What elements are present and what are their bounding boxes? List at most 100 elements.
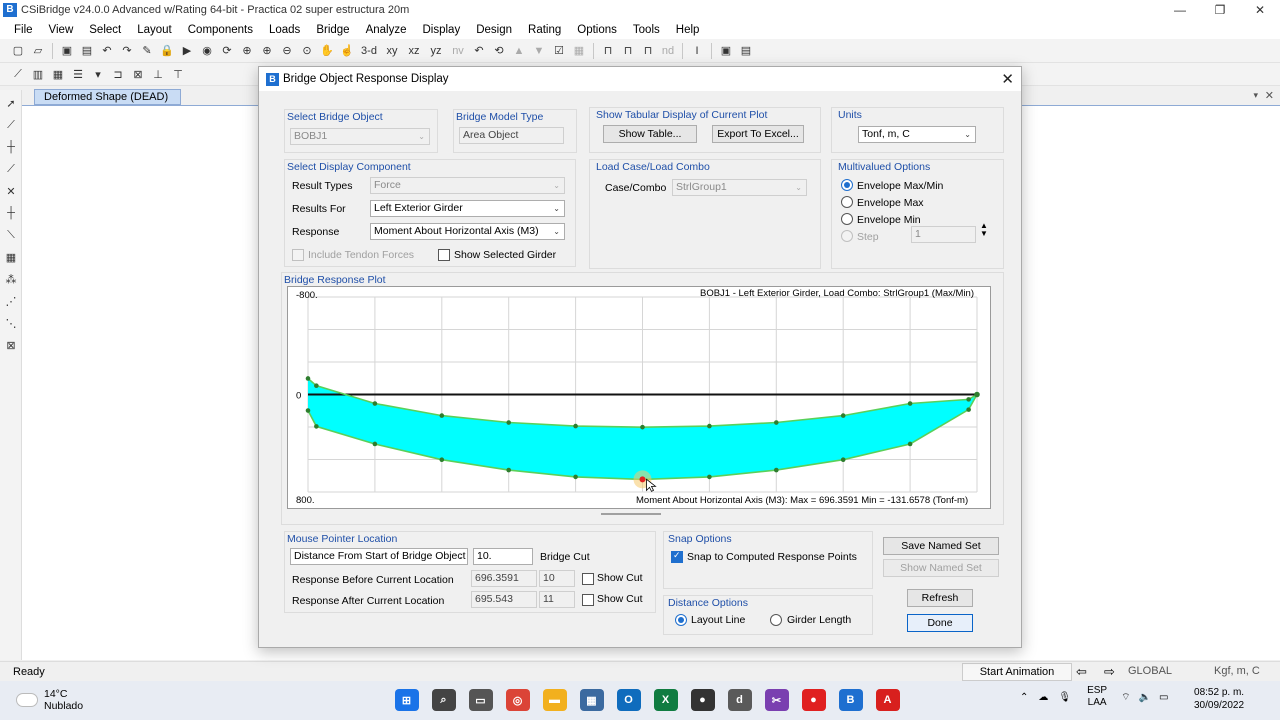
menu-display[interactable]: Display <box>414 24 468 36</box>
result-types-select[interactable]: Force ⌄ <box>370 177 565 194</box>
draw-diagonal-icon[interactable]: ⟍ <box>2 226 20 244</box>
snipping-icon[interactable]: ✂ <box>764 689 789 711</box>
rotate-icon[interactable]: ↶ <box>471 43 487 59</box>
pan-icon[interactable]: ✋ <box>319 43 335 59</box>
chrome-icon[interactable]: ◎ <box>505 689 530 711</box>
refresh-button[interactable]: Refresh <box>907 589 973 607</box>
refresh-icon[interactable]: ⟳ <box>219 43 235 59</box>
dialog-close-button[interactable]: ✕ <box>1001 70 1014 88</box>
app-d-icon[interactable]: d <box>727 689 752 711</box>
rail-icon[interactable]: ⊐ <box>110 66 126 82</box>
next-arrow-icon[interactable]: ⇨ <box>1104 664 1115 680</box>
volume-icon[interactable]: 🔈 <box>1139 692 1151 703</box>
grid-icon[interactable]: ▦ <box>571 43 587 59</box>
excel-icon[interactable]: X <box>653 689 678 711</box>
folder-icon[interactable]: ▬ <box>542 689 567 711</box>
select-all-icon[interactable]: ⁂ <box>2 270 20 288</box>
start-animation-button[interactable]: Start Animation <box>962 663 1072 681</box>
battery-icon[interactable]: ▭ <box>1159 692 1168 703</box>
draw-link-icon[interactable]: ┼ <box>2 204 20 222</box>
step-spinner[interactable]: ▲ ▼ <box>980 222 988 238</box>
display-icon[interactable]: ▣ <box>718 43 734 59</box>
pin-icon[interactable]: ⊤ <box>170 66 186 82</box>
girder-length-radio[interactable] <box>770 614 782 626</box>
table-icon[interactable]: ▤ <box>738 43 754 59</box>
save-named-set-button[interactable]: Save Named Set <box>883 537 999 555</box>
envelope-max-min-radio[interactable] <box>841 179 853 191</box>
language-indicator[interactable]: ESP LAA <box>1087 685 1107 709</box>
new-icon[interactable]: ▢ <box>10 43 26 59</box>
check-icon[interactable]: ☑ <box>551 43 567 59</box>
view-3d-button[interactable]: 3-d <box>359 43 379 59</box>
acrobat-icon[interactable]: A <box>875 689 900 711</box>
calculator-icon[interactable]: ▦ <box>579 689 604 711</box>
coordinate-system-select[interactable]: GLOBAL <box>1128 665 1172 677</box>
intersect-icon[interactable]: ⊠ <box>2 336 20 354</box>
zoom-in-icon[interactable]: ⊕ <box>259 43 275 59</box>
run-icon[interactable]: ▶ <box>179 43 195 59</box>
menu-components[interactable]: Components <box>180 24 261 36</box>
mesh-icon[interactable]: ▦ <box>50 66 66 82</box>
pointer-icon[interactable]: ☝ <box>339 43 355 59</box>
show-selected-girder-checkbox[interactable] <box>438 249 450 261</box>
clock[interactable]: 08:52 p. m. 30/09/2022 <box>1194 686 1244 712</box>
zoom-window-icon[interactable]: ⊕ <box>239 43 255 59</box>
view-yz-button[interactable]: yz <box>427 43 445 59</box>
start-icon[interactable]: ⊞ <box>394 689 419 711</box>
menu-bridge[interactable]: Bridge <box>308 24 357 36</box>
envelope-min-radio[interactable] <box>841 213 853 225</box>
menu-layout[interactable]: Layout <box>129 24 180 36</box>
menu-help[interactable]: Help <box>668 24 708 36</box>
previous-arrow-icon[interactable]: ⇦ <box>1076 664 1087 680</box>
cross-box-icon[interactable]: ⊠ <box>130 66 146 82</box>
show-cut-before-checkbox[interactable] <box>582 573 594 585</box>
frame-load-icon[interactable]: ⊓ <box>640 43 656 59</box>
view-xy-button[interactable]: xy <box>383 43 401 59</box>
layout-line-radio[interactable] <box>675 614 687 626</box>
include-tendon-checkbox[interactable] <box>292 249 304 261</box>
response-select[interactable]: Moment About Horizontal Axis (M3) ⌄ <box>370 223 565 240</box>
done-button[interactable]: Done <box>907 614 973 632</box>
frame-section-icon[interactable]: ⊓ <box>620 43 636 59</box>
menu-tools[interactable]: Tools <box>625 24 668 36</box>
clear-selection-icon[interactable]: ⋱ <box>2 314 20 332</box>
bridge-object-select[interactable]: BOBJ1 ⌄ <box>290 128 430 145</box>
search-icon[interactable]: ⌕ <box>431 689 456 711</box>
close-document-icon[interactable]: ✕ <box>1265 89 1274 102</box>
menu-loads[interactable]: Loads <box>261 24 308 36</box>
weather-widget[interactable]: 14°C Nublado <box>16 688 83 712</box>
distance-input[interactable]: 10. <box>473 548 533 565</box>
step-input[interactable]: 1 <box>911 226 976 243</box>
units-select[interactable]: Tonf, m, C ⌄ <box>858 126 976 143</box>
open-icon[interactable]: ▱ <box>30 43 46 59</box>
minimize-button[interactable]: — <box>1160 0 1200 20</box>
move-down-icon[interactable]: ▼ <box>531 43 547 59</box>
move-up-icon[interactable]: ▲ <box>511 43 527 59</box>
show-named-set-button[interactable]: Show Named Set <box>883 559 999 577</box>
menu-design[interactable]: Design <box>468 24 520 36</box>
envelope-max-radio[interactable] <box>841 196 853 208</box>
menu-options[interactable]: Options <box>569 24 625 36</box>
reshape-icon[interactable]: ⟋ <box>2 116 20 134</box>
step-radio[interactable] <box>841 230 853 242</box>
previous-selection-icon[interactable]: ⋰ <box>2 292 20 310</box>
menu-analyze[interactable]: Analyze <box>358 24 415 36</box>
tab-deformed-shape[interactable]: Deformed Shape (DEAD) <box>34 89 181 105</box>
window-list-icon[interactable]: ▾ <box>1253 90 1258 101</box>
save-icon[interactable]: ▣ <box>59 43 75 59</box>
response-plot-svg[interactable]: -800. 0 800. BOBJ1 - Left Exterior Girder, … <box>288 287 992 510</box>
support-icon[interactable]: ⊥ <box>150 66 166 82</box>
outlook-icon[interactable]: O <box>616 689 641 711</box>
draw-line-icon[interactable]: ⟋ <box>10 66 26 82</box>
undo-icon[interactable]: ↶ <box>99 43 115 59</box>
maximize-button[interactable]: ❐ <box>1200 0 1240 20</box>
bars-icon[interactable]: ▥ <box>30 66 46 82</box>
rotate-3d-icon[interactable]: ⟲ <box>491 43 507 59</box>
mic-icon[interactable]: 🎙 <box>1058 692 1071 703</box>
response-plot[interactable]: -800. 0 800. BOBJ1 - Left Exterior Girder, … <box>287 286 991 509</box>
app-dark-icon[interactable]: ● <box>690 689 715 711</box>
menu-rating[interactable]: Rating <box>520 24 569 36</box>
node-button[interactable]: nd <box>660 43 676 59</box>
menu-file[interactable]: File <box>6 24 41 36</box>
units-select[interactable]: Kgf, m, C <box>1214 665 1260 677</box>
